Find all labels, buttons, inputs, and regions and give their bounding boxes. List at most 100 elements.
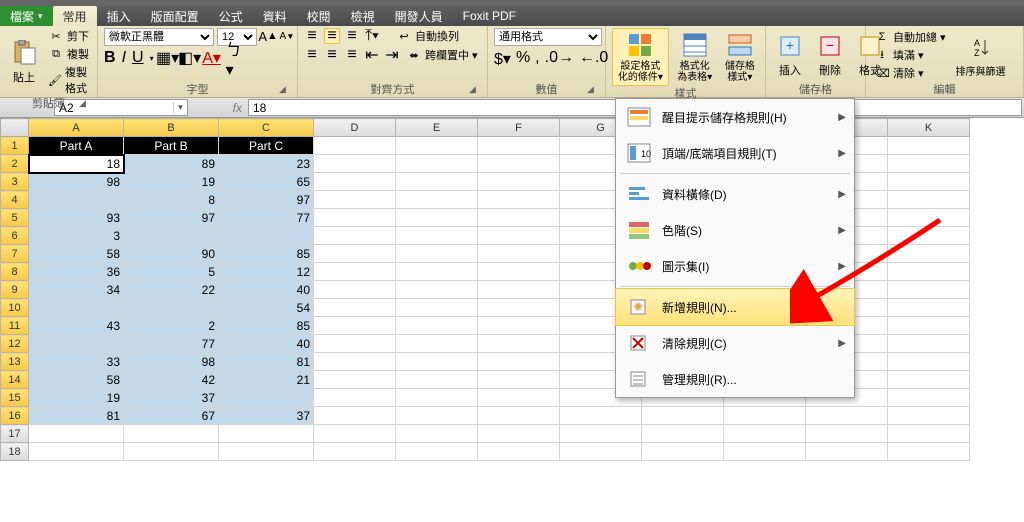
font-name-select[interactable]: 微軟正黑體: [104, 28, 214, 46]
align-center-icon[interactable]: ≡: [324, 47, 340, 63]
underline-button[interactable]: U: [132, 49, 144, 67]
cell[interactable]: [478, 155, 560, 173]
cell[interactable]: [478, 425, 560, 443]
row-header[interactable]: 9: [1, 281, 29, 299]
cell[interactable]: [314, 173, 396, 191]
dialog-launcher-icon[interactable]: ◢: [79, 98, 91, 110]
row-header[interactable]: 6: [1, 227, 29, 245]
menu-top-bottom-rules[interactable]: 10頂端/底端項目規則(T)▶: [616, 135, 854, 171]
cell[interactable]: [314, 191, 396, 209]
cell[interactable]: 98: [29, 173, 124, 191]
align-middle-icon[interactable]: ≡: [324, 28, 340, 44]
cell[interactable]: 2: [124, 317, 219, 335]
tab-foxit-pdf[interactable]: Foxit PDF: [453, 6, 526, 26]
clear-button[interactable]: ⌫清除▾: [872, 65, 948, 81]
fill-button[interactable]: ⭳填滿▾: [872, 47, 948, 63]
font-color-icon[interactable]: A▾: [204, 50, 220, 66]
tab-data[interactable]: 資料: [253, 6, 297, 26]
menu-manage-rules[interactable]: 管理規則(R)...: [616, 361, 854, 397]
cell[interactable]: 40: [219, 281, 314, 299]
align-left-icon[interactable]: ≡: [304, 47, 320, 63]
cell[interactable]: [29, 191, 124, 209]
indent-dec-icon[interactable]: ⇤: [364, 47, 380, 63]
cell[interactable]: [478, 245, 560, 263]
row-header[interactable]: 1: [1, 137, 29, 155]
cell[interactable]: 58: [29, 371, 124, 389]
cell[interactable]: [29, 425, 124, 443]
cell[interactable]: [560, 425, 642, 443]
column-header[interactable]: D: [314, 119, 396, 137]
cell[interactable]: [888, 263, 970, 281]
cell[interactable]: [478, 353, 560, 371]
cell[interactable]: [219, 425, 314, 443]
cell[interactable]: [888, 191, 970, 209]
cell[interactable]: 22: [124, 281, 219, 299]
row-header[interactable]: 12: [1, 335, 29, 353]
cell[interactable]: 85: [219, 245, 314, 263]
select-all-corner[interactable]: [1, 119, 29, 137]
row-header[interactable]: 2: [1, 155, 29, 173]
cell[interactable]: 81: [219, 353, 314, 371]
paste-button[interactable]: 貼上: [6, 37, 42, 87]
cell[interactable]: [396, 227, 478, 245]
cell[interactable]: [478, 299, 560, 317]
cell[interactable]: [396, 245, 478, 263]
cell[interactable]: [888, 137, 970, 155]
orientation-icon[interactable]: ⤒▾: [364, 28, 380, 44]
row-header[interactable]: 13: [1, 353, 29, 371]
cell[interactable]: [396, 443, 478, 461]
cell[interactable]: [888, 353, 970, 371]
table-header-cell[interactable]: Part C: [219, 137, 314, 155]
cell[interactable]: [314, 263, 396, 281]
cell[interactable]: [396, 263, 478, 281]
cell[interactable]: [888, 335, 970, 353]
column-header[interactable]: K: [888, 119, 970, 137]
cell[interactable]: 37: [219, 407, 314, 425]
cut-button[interactable]: ✂剪下: [46, 28, 91, 44]
tab-developer[interactable]: 開發人員: [385, 6, 453, 26]
cell[interactable]: [642, 425, 724, 443]
cell[interactable]: [396, 317, 478, 335]
cell[interactable]: [314, 335, 396, 353]
cell[interactable]: [396, 209, 478, 227]
cell[interactable]: 42: [124, 371, 219, 389]
cell[interactable]: 33: [29, 353, 124, 371]
dialog-launcher-icon[interactable]: ◢: [469, 84, 481, 96]
cell[interactable]: [396, 281, 478, 299]
number-format-select[interactable]: 通用格式: [494, 28, 602, 46]
row-header[interactable]: 11: [1, 317, 29, 335]
fill-color-icon[interactable]: ◧▾: [182, 50, 198, 66]
cell[interactable]: [642, 407, 724, 425]
cell[interactable]: [888, 209, 970, 227]
cell[interactable]: [478, 227, 560, 245]
cell[interactable]: [888, 371, 970, 389]
cell[interactable]: 19: [29, 389, 124, 407]
dialog-launcher-icon[interactable]: ◢: [279, 84, 291, 96]
cell[interactable]: [478, 443, 560, 461]
cell[interactable]: [124, 443, 219, 461]
cell[interactable]: [888, 173, 970, 191]
cell[interactable]: 90: [124, 245, 219, 263]
cell[interactable]: [124, 425, 219, 443]
table-header-cell[interactable]: Part B: [124, 137, 219, 155]
indent-inc-icon[interactable]: ⇥: [384, 47, 400, 63]
worksheet-grid[interactable]: ABCDEFGHIJK1Part APart BPart C2188923398…: [0, 118, 1024, 461]
cell[interactable]: [724, 443, 806, 461]
shrink-font-icon[interactable]: A▼: [279, 28, 295, 44]
cell[interactable]: [888, 227, 970, 245]
cell[interactable]: [314, 209, 396, 227]
cell[interactable]: [888, 317, 970, 335]
cell[interactable]: [478, 191, 560, 209]
row-header[interactable]: 3: [1, 173, 29, 191]
cell[interactable]: [888, 425, 970, 443]
delete-cells-button[interactable]: −刪除: [812, 30, 848, 80]
cell[interactable]: 81: [29, 407, 124, 425]
cell[interactable]: 43: [29, 317, 124, 335]
copy-button[interactable]: ⧉複製: [46, 46, 91, 62]
cell[interactable]: 58: [29, 245, 124, 263]
cell[interactable]: [314, 443, 396, 461]
cell[interactable]: 93: [29, 209, 124, 227]
cell[interactable]: [396, 155, 478, 173]
cell[interactable]: [642, 443, 724, 461]
cell[interactable]: 12: [219, 263, 314, 281]
